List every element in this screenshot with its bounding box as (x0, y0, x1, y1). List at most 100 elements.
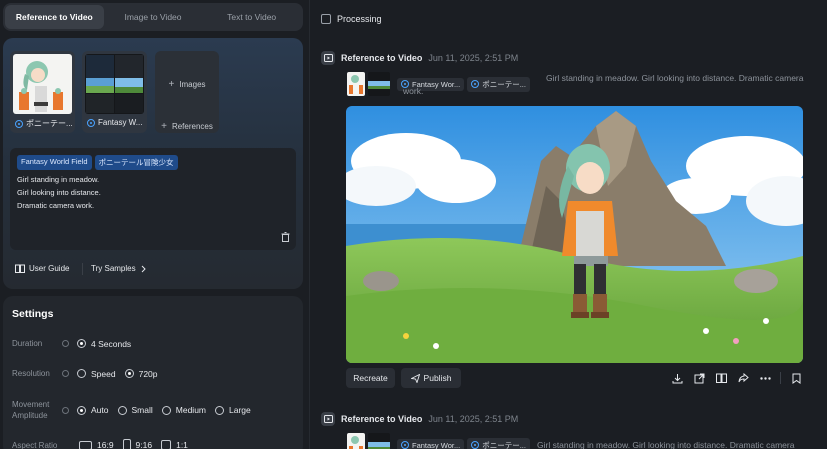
resolution-row: Resolution Speed 720p (12, 368, 167, 379)
results-feed: Processing Reference to Video Jun 11, 20… (309, 0, 827, 449)
duration-row: Duration 4 Seconds (12, 338, 140, 349)
entry-title: Reference to Video (341, 414, 423, 424)
info-icon[interactable] (62, 370, 69, 377)
plus-icon: + (161, 121, 167, 132)
movement-option-medium[interactable]: Medium (161, 405, 206, 415)
movement-option-small[interactable]: Small (117, 405, 153, 415)
left-panel: Reference to Video Image to Video Text t… (0, 0, 309, 449)
entry-date: Jun 11, 2025, 2:51 PM (428, 53, 519, 63)
reference-thumbnail-character[interactable]: ポニーテー... (10, 51, 75, 133)
entry-references: Fantasy Wor... ポニーテー... Girl standing in… (347, 433, 794, 449)
aspect-option-1-1[interactable]: 1:1 (161, 440, 188, 449)
square-ratio-icon (161, 440, 172, 449)
aspect-option-9-16[interactable]: 9:16 (122, 439, 152, 449)
prompt-tag-chip[interactable]: ポニーテール冒険少女 (94, 155, 178, 170)
reference-type-icon (87, 118, 95, 127)
try-samples-link[interactable]: Try Samples (91, 264, 146, 273)
movement-row: Movement Amplitude Auto Small Medium Lar… (12, 399, 260, 421)
export-icon[interactable] (692, 371, 706, 385)
video-actions: Recreate Publish (346, 368, 803, 388)
reference-type-icon (15, 119, 23, 128)
reference-card: ポニーテー... Fantasy W... + Images + Referen… (3, 38, 303, 289)
more-icon[interactable] (758, 371, 772, 385)
reference-label: ポニーテー... (26, 119, 72, 128)
duration-option[interactable]: 4 Seconds (77, 339, 131, 349)
entry-tag-chip[interactable]: Fantasy Wor... (397, 438, 465, 449)
add-reference-box: + Images + References (155, 51, 219, 133)
aspect-ratio-row: Aspect Ratio 16:9 9:16 1:1 (12, 439, 197, 449)
info-icon[interactable] (62, 340, 69, 347)
trash-icon[interactable] (281, 232, 290, 242)
reference-mini-landscape (368, 72, 390, 96)
radio-selected (77, 339, 86, 348)
tab-image-to-video[interactable]: Image to Video (104, 5, 203, 29)
movement-label: Movement Amplitude (12, 400, 50, 420)
add-references-button[interactable]: + References (155, 121, 219, 132)
radio-unselected (77, 369, 86, 378)
share-icon[interactable] (736, 371, 750, 385)
divider (82, 263, 83, 275)
prompt-line: Girl looking into distance. (17, 188, 101, 197)
radio-unselected (215, 405, 224, 415)
settings-title: Settings (12, 308, 54, 320)
reference-mini-landscape (368, 433, 390, 449)
radio-unselected (161, 405, 171, 415)
send-icon (410, 373, 420, 383)
reference-label: Fantasy W... (98, 118, 143, 127)
movement-option-auto[interactable]: Auto (77, 405, 109, 415)
reference-type-icon (471, 441, 480, 449)
resolution-label: Resolution (12, 369, 50, 378)
landscape-grid-image (85, 54, 144, 114)
entry-tag-chip[interactable]: ポニーテー... (467, 437, 530, 449)
settings-panel: Settings Duration 4 Seconds Resolution S… (3, 296, 303, 449)
book-icon (15, 264, 25, 273)
download-icon[interactable] (670, 371, 684, 385)
generated-video-preview[interactable] (346, 106, 803, 363)
bookmark-icon[interactable] (789, 371, 803, 385)
movement-option-large[interactable]: Large (215, 405, 251, 415)
duration-label: Duration (12, 339, 43, 348)
aspect-option-16-9[interactable]: 16:9 (79, 440, 114, 449)
processing-checkbox[interactable] (321, 14, 331, 24)
reference-thumbnail-landscape[interactable]: Fantasy W... (82, 51, 147, 133)
prompt-line: Dramatic camera work. (17, 201, 95, 210)
tab-text-to-video[interactable]: Text to Video (202, 5, 301, 29)
mode-tabs: Reference to Video Image to Video Text t… (3, 3, 303, 31)
character-sheet-image (13, 54, 72, 114)
entry-title: Reference to Video (341, 53, 423, 63)
entry-prompt-text: Girl standing in meadow. Girl looking in… (403, 73, 804, 96)
entry-date: Jun 11, 2025, 2:51 PM (428, 414, 519, 424)
entry-header: Reference to Video Jun 11, 2025, 2:51 PM (321, 412, 518, 426)
tab-reference-to-video[interactable]: Reference to Video (5, 5, 104, 29)
entry-prompt-text: Girl standing in meadow. Girl looking in… (536, 439, 795, 449)
reference-mini-character (347, 72, 365, 96)
book-icon[interactable] (714, 371, 728, 385)
resolution-option-speed[interactable]: Speed (77, 369, 116, 379)
radio-selected (77, 405, 86, 415)
divider (780, 372, 781, 384)
plus-icon: + (168, 79, 175, 90)
add-images-button[interactable]: + Images (155, 79, 219, 90)
video-frame-image (346, 106, 803, 363)
video-icon-toolbar (670, 368, 803, 388)
recreate-button[interactable]: Recreate (346, 368, 395, 388)
aspect-ratio-label: Aspect Ratio (12, 440, 58, 449)
prompt-editor[interactable]: Fantasy World Field ポニーテール冒険少女 Girl stan… (10, 148, 296, 250)
video-mode-icon (321, 412, 335, 426)
radio-selected (124, 369, 134, 378)
prompt-line: Girl standing in meadow. (17, 175, 100, 184)
reference-mini-character (347, 433, 365, 449)
chevron-right-icon (141, 265, 146, 272)
entry-header: Reference to Video Jun 11, 2025, 2:51 PM (321, 51, 518, 65)
processing-filter[interactable]: Processing (321, 14, 382, 24)
resolution-option-720p[interactable]: 720p (124, 369, 158, 379)
reference-type-icon (401, 441, 409, 449)
info-icon[interactable] (62, 406, 69, 414)
radio-unselected (117, 405, 127, 415)
portrait-ratio-icon (122, 439, 131, 449)
prompt-tag-chip[interactable]: Fantasy World Field (17, 155, 92, 170)
user-guide-link[interactable]: User Guide (15, 264, 69, 273)
landscape-ratio-icon (79, 440, 92, 449)
video-mode-icon (321, 51, 335, 65)
publish-button[interactable]: Publish (401, 368, 461, 388)
